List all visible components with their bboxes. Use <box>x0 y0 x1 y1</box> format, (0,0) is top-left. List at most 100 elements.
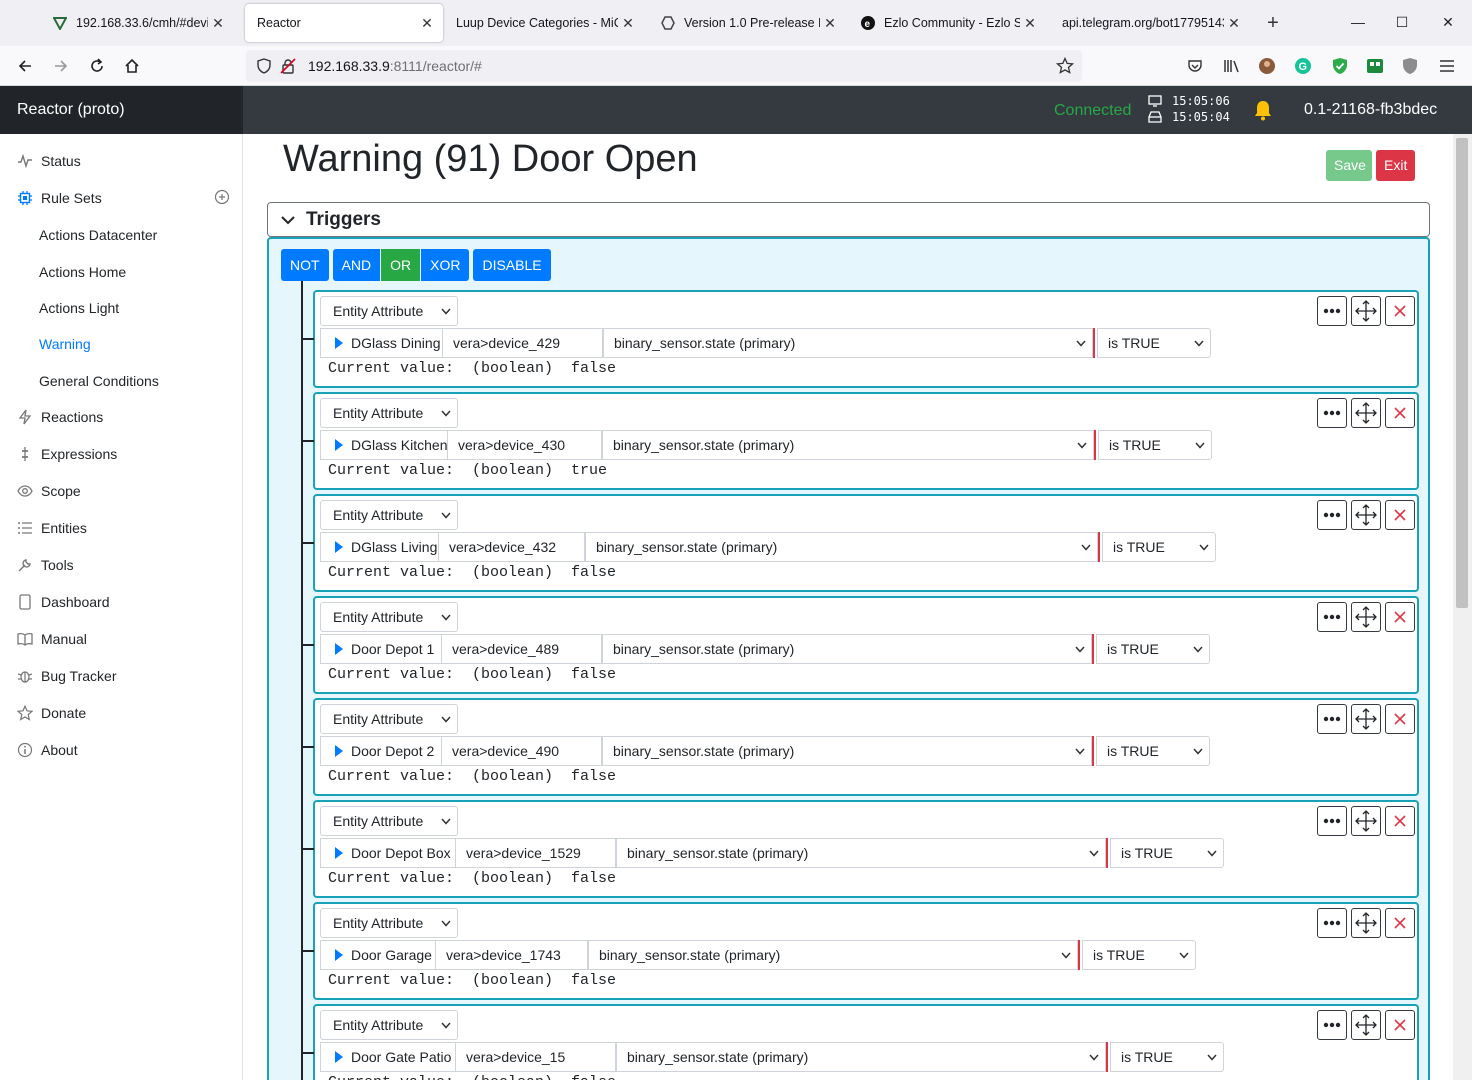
more-options-button[interactable] <box>1317 704 1347 734</box>
close-icon[interactable]: ✕ <box>419 15 435 32</box>
pocket-icon[interactable] <box>1185 56 1205 76</box>
library-icon[interactable] <box>1222 56 1242 76</box>
sidebar-item-scope[interactable]: Scope <box>0 476 242 506</box>
disable-button[interactable]: DISABLE <box>473 249 551 281</box>
sidebar-item-general-conditions[interactable]: General Conditions <box>0 366 242 396</box>
operator-select[interactable]: is TRUE <box>1098 430 1212 460</box>
sidebar-item-status[interactable]: Status <box>0 146 242 176</box>
operator-select[interactable]: is TRUE <box>1096 736 1210 766</box>
move-button[interactable] <box>1351 704 1381 734</box>
forward-button[interactable] <box>49 54 73 78</box>
insecure-lock-icon[interactable] <box>280 58 296 77</box>
attribute-select[interactable]: binary_sensor.state (primary) <box>616 838 1106 868</box>
sidebar-item-actions-light[interactable]: Actions Light <box>0 293 242 323</box>
entity-picker[interactable]: Door Gate Patio <box>320 1042 455 1072</box>
more-options-button[interactable] <box>1317 500 1347 530</box>
page-scrollbar[interactable] <box>1453 134 1472 1080</box>
device-id-field[interactable]: vera>device_1529 <box>455 838 616 868</box>
delete-condition-button[interactable] <box>1385 602 1415 632</box>
browser-tab[interactable]: api.telegram.org/bot17795143 ✕ <box>1050 4 1250 42</box>
device-id-field[interactable]: vera>device_432 <box>438 532 585 562</box>
sidebar-item-manual[interactable]: Manual <box>0 624 242 654</box>
condition-type-select[interactable]: Entity Attribute <box>320 602 458 632</box>
sidebar-item-dashboard[interactable]: Dashboard <box>0 587 242 617</box>
attribute-select[interactable]: binary_sensor.state (primary) <box>602 634 1092 664</box>
entity-picker[interactable]: DGlass Kitchen <box>320 430 447 460</box>
sidebar-item-warning[interactable]: Warning <box>0 329 242 359</box>
device-id-field[interactable]: vera>device_489 <box>441 634 602 664</box>
browser-tab-active[interactable]: Reactor ✕ <box>245 4 443 42</box>
shield-icon[interactable] <box>256 58 272 77</box>
device-id-field[interactable]: vera>device_430 <box>447 430 602 460</box>
browser-tab[interactable]: 192.168.33.6/cmh/#devices ✕ <box>40 4 234 42</box>
sidebar-item-about[interactable]: About <box>0 735 242 765</box>
save-button[interactable]: Save <box>1326 150 1372 181</box>
condition-type-select[interactable]: Entity Attribute <box>320 908 458 938</box>
extension-grey-shield-icon[interactable] <box>1400 56 1420 76</box>
attribute-select[interactable]: binary_sensor.state (primary) <box>602 430 1094 460</box>
delete-condition-button[interactable] <box>1385 500 1415 530</box>
new-tab-button[interactable]: + <box>1262 12 1284 34</box>
device-id-field[interactable]: vera>device_15 <box>455 1042 616 1072</box>
attribute-select[interactable]: binary_sensor.state (primary) <box>602 736 1092 766</box>
more-options-button[interactable] <box>1317 296 1347 326</box>
operator-select[interactable]: is TRUE <box>1110 838 1224 868</box>
delete-condition-button[interactable] <box>1385 296 1415 326</box>
sidebar-item-actions-datacenter[interactable]: Actions Datacenter <box>0 220 242 250</box>
more-options-button[interactable] <box>1317 602 1347 632</box>
more-options-button[interactable] <box>1317 398 1347 428</box>
maximize-button[interactable]: ☐ <box>1390 10 1414 34</box>
sidebar-item-entities[interactable]: Entities <box>0 513 242 543</box>
home-button[interactable] <box>120 54 144 78</box>
close-icon[interactable]: ✕ <box>210 15 226 32</box>
device-id-field[interactable]: vera>device_490 <box>441 736 602 766</box>
close-icon[interactable]: ✕ <box>1022 15 1038 32</box>
browser-tab[interactable]: Version 1.0 Pre-release Disc ✕ <box>648 4 846 42</box>
menu-icon[interactable] <box>1437 56 1457 76</box>
entity-picker[interactable]: Door Depot 2 <box>320 736 441 766</box>
grammarly-icon[interactable]: G <box>1293 56 1313 76</box>
window-close-button[interactable]: ✕ <box>1436 10 1460 34</box>
move-button[interactable] <box>1351 1010 1381 1040</box>
move-button[interactable] <box>1351 296 1381 326</box>
delete-condition-button[interactable] <box>1385 806 1415 836</box>
more-options-button[interactable] <box>1317 1010 1347 1040</box>
entity-picker[interactable]: DGlass Living <box>320 532 438 562</box>
delete-condition-button[interactable] <box>1385 1010 1415 1040</box>
delete-condition-button[interactable] <box>1385 704 1415 734</box>
condition-type-select[interactable]: Entity Attribute <box>320 1010 458 1040</box>
sidebar-item-donate[interactable]: Donate <box>0 698 242 728</box>
operator-select[interactable]: is TRUE <box>1082 940 1196 970</box>
bell-icon[interactable] <box>1253 99 1273 121</box>
and-button[interactable]: AND <box>332 249 381 281</box>
move-button[interactable] <box>1351 806 1381 836</box>
condition-type-select[interactable]: Entity Attribute <box>320 296 458 326</box>
scrollbar-thumb[interactable] <box>1456 138 1468 608</box>
operator-select[interactable]: is TRUE <box>1097 328 1211 358</box>
move-button[interactable] <box>1351 500 1381 530</box>
or-button[interactable]: OR <box>381 249 421 281</box>
delete-condition-button[interactable] <box>1385 398 1415 428</box>
sidebar-item-actions-home[interactable]: Actions Home <box>0 257 242 287</box>
operator-select[interactable]: is TRUE <box>1102 532 1216 562</box>
sidebar-item-tools[interactable]: Tools <box>0 550 242 580</box>
browser-tab[interactable]: Luup Device Categories - MiCa ✕ <box>444 4 644 42</box>
device-id-field[interactable]: vera>device_429 <box>442 328 603 358</box>
close-icon[interactable]: ✕ <box>822 15 838 32</box>
close-icon[interactable]: ✕ <box>1226 15 1242 32</box>
bookmark-star-icon[interactable] <box>1055 56 1075 78</box>
condition-type-select[interactable]: Entity Attribute <box>320 398 458 428</box>
xor-button[interactable]: XOR <box>421 249 470 281</box>
attribute-select[interactable]: binary_sensor.state (primary) <box>588 940 1078 970</box>
exit-button[interactable]: Exit <box>1376 150 1415 181</box>
attribute-select[interactable]: binary_sensor.state (primary) <box>585 532 1098 562</box>
entity-picker[interactable]: DGlass Dining <box>320 328 442 358</box>
triggers-section-header[interactable]: Triggers <box>267 202 1430 237</box>
move-button[interactable] <box>1351 398 1381 428</box>
browser-tab[interactable]: e Ezlo Community - Ezlo Sma ✕ <box>848 4 1046 42</box>
condition-type-select[interactable]: Entity Attribute <box>320 500 458 530</box>
condition-type-select[interactable]: Entity Attribute <box>320 704 458 734</box>
attribute-select[interactable]: binary_sensor.state (primary) <box>616 1042 1106 1072</box>
operator-select[interactable]: is TRUE <box>1096 634 1210 664</box>
not-button[interactable]: NOT <box>281 249 329 281</box>
